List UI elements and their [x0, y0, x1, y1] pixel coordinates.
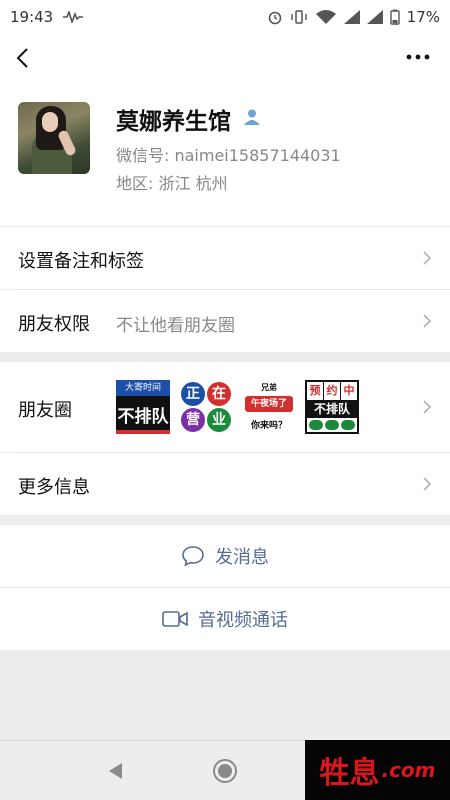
- moments-thumb-4: 预 约 中 不排队: [305, 380, 359, 434]
- chevron-right-icon: [423, 251, 432, 265]
- profile-card: 莫娜养生馆 微信号: naimei15857144031 地区: 浙江 杭州: [0, 82, 450, 226]
- more-options-icon[interactable]: [406, 53, 430, 61]
- wechat-id: 微信号: naimei15857144031: [116, 146, 341, 165]
- thumb-2-char-3: 营: [181, 408, 205, 432]
- moments-thumb-3: 兄弟 午夜场了 你来吗？: [242, 380, 296, 434]
- video-camera-icon: [162, 611, 188, 627]
- more-info-label: 更多信息: [18, 477, 90, 498]
- thumb-1-top-text: 大寄时间: [116, 380, 170, 396]
- moments-row[interactable]: 朋友圈 大寄时间 不排队 正 在 营 业 兄弟 午夜场了 你来吗？ 预 约 中 …: [0, 362, 450, 452]
- moments-thumb-2: 正 在 营 业: [179, 380, 233, 434]
- watermark-cn: 牲息: [319, 756, 380, 791]
- thumb-3-line-1: 兄弟: [261, 383, 277, 392]
- chat-bubble-icon: [182, 546, 204, 567]
- moments-thumbnails: 大寄时间 不排队 正 在 营 业 兄弟 午夜场了 你来吗？ 预 约 中 不排队: [116, 380, 359, 434]
- chevron-right-icon: [423, 314, 432, 328]
- friend-permission-value: 不让他看朋友圈: [116, 316, 235, 336]
- status-bar: 19:43 17%: [0, 0, 450, 34]
- thumb-3-line-3: 你来吗？: [250, 421, 287, 431]
- thumb-4-row-2: 不排队: [307, 400, 357, 418]
- watermark-en: .com: [381, 758, 436, 782]
- thumb-4-char-1: 预: [307, 382, 324, 400]
- wifi-icon: [315, 10, 336, 24]
- status-time: 19:43: [10, 8, 54, 26]
- remark-tags-row[interactable]: 设置备注和标签: [0, 227, 450, 289]
- contact-name: 莫娜养生馆: [116, 109, 231, 135]
- friend-permission-row[interactable]: 朋友权限 不让他看朋友圈: [0, 290, 450, 352]
- moments-label: 朋友圈: [18, 400, 72, 421]
- thumb-3-line-2: 午夜场了: [245, 396, 293, 412]
- thumb-2-char-4: 业: [207, 408, 231, 432]
- verified-person-icon: [244, 109, 260, 125]
- chevron-right-icon: [423, 400, 432, 414]
- thumb-4-char-3: 中: [343, 384, 355, 397]
- status-icons: 17%: [267, 8, 440, 26]
- vibrate-icon: [290, 10, 307, 24]
- video-call-label: 音视频通话: [198, 610, 288, 631]
- more-info-row[interactable]: 更多信息: [0, 453, 450, 515]
- nav-back-icon[interactable]: [106, 761, 126, 781]
- chevron-right-icon: [423, 477, 432, 491]
- thumb-2-char-2: 在: [207, 382, 231, 406]
- alarm-icon: [268, 11, 281, 25]
- friend-permission-label: 朋友权限: [18, 314, 90, 335]
- back-arrow-icon[interactable]: [10, 44, 38, 72]
- send-message-button[interactable]: 发消息: [0, 525, 450, 587]
- signal-icon-2: [366, 10, 383, 24]
- top-bar: [0, 34, 450, 82]
- activity-icon: [63, 11, 84, 23]
- thumb-1-big-text: 不排队: [117, 407, 169, 427]
- watermark-logo: 牲息 .com: [305, 740, 450, 800]
- video-call-button[interactable]: 音视频通话: [0, 588, 450, 650]
- thumb-4-char-2: 约: [324, 382, 341, 400]
- battery-icon: [389, 9, 400, 25]
- send-message-label: 发消息: [215, 547, 269, 568]
- avatar[interactable]: [18, 102, 90, 174]
- remark-tags-label: 设置备注和标签: [18, 251, 144, 272]
- thumb-2-char-1: 正: [181, 382, 205, 406]
- battery-level: 17%: [406, 8, 440, 26]
- nav-home-icon[interactable]: [211, 757, 239, 785]
- region: 地区: 浙江 杭州: [116, 174, 228, 193]
- signal-icon: [343, 10, 360, 24]
- moments-thumb-1: 大寄时间 不排队: [116, 380, 170, 434]
